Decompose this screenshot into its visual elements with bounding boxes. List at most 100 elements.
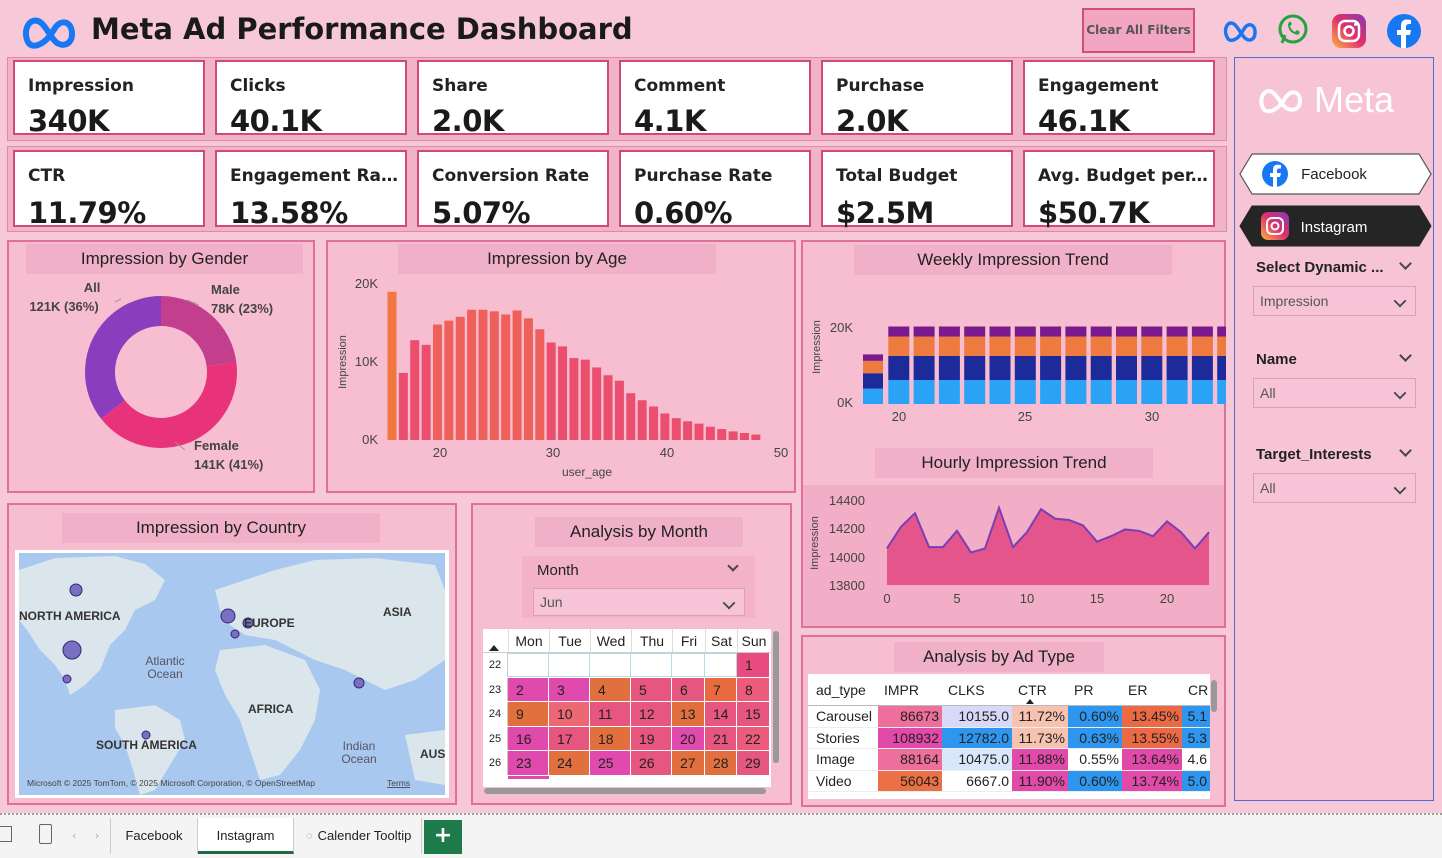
calendar-day-cell[interactable]: 12 [631,702,672,726]
month-dropdown[interactable]: Jun [533,588,745,616]
age-bar [478,309,488,440]
clear-filters-button[interactable]: Clear All Filters [1082,8,1195,53]
calendar-day-cell[interactable] [549,653,590,677]
weekly-bar-segment [989,379,1011,404]
chevron-down-icon[interactable] [727,560,739,572]
calendar-day-cell[interactable]: 1 [737,653,770,677]
calendar-day-cell[interactable]: 15 [737,702,770,726]
mobile-view-icon[interactable] [39,824,52,844]
calendar-day-cell[interactable] [705,653,737,677]
map-bubble[interactable] [62,640,82,660]
age-bar-chart[interactable]: 20K 10K 0K Impression 20 30 40 50 user_a… [326,240,796,493]
dynamic-select-dropdown[interactable]: Impression [1253,286,1416,316]
map-bubble[interactable] [353,677,365,689]
table-cell: 13.74% [1122,770,1182,791]
table-header-cell[interactable]: CTR [1012,674,1068,705]
hourly-area-chart[interactable]: 14400 14200 14000 13800 Impression 0 5 1… [801,485,1226,626]
calendar-day-cell[interactable]: 28 [705,751,737,775]
add-page-button[interactable]: + [424,820,462,854]
calendar-day-cell[interactable]: 10 [549,702,590,726]
table-header-cell[interactable]: CLKS [942,674,1012,705]
table-header-cell[interactable]: PR [1068,674,1122,705]
calendar-day-cell[interactable]: 6 [672,677,705,701]
calendar-day-cell[interactable]: 20 [672,726,705,750]
kpi-value: 46.1K [1038,104,1130,138]
calendar-day-cell[interactable]: 24 [549,751,590,775]
sort-icon[interactable] [483,629,508,652]
calendar-day-cell[interactable]: 4 [590,677,631,701]
age-bar [535,329,545,440]
gender-label-male: Male [211,282,240,297]
calendar-vscrollbar[interactable] [773,631,779,763]
instagram-icon[interactable] [1331,13,1367,49]
weekly-bar-segment [1116,336,1137,356]
prev-page-icon[interactable]: ‹ [72,829,76,842]
facebook-icon[interactable] [1386,13,1422,49]
weekly-bar-segment [1166,336,1188,356]
instagram-nav-button[interactable]: Instagram [1238,205,1433,247]
adtype-vscrollbar[interactable] [1211,680,1217,712]
desktop-view-icon[interactable] [0,826,12,842]
calendar-day-cell[interactable]: 9 [508,702,549,726]
table-cell: 86673 [878,706,942,727]
calendar-day-cell[interactable]: 18 [590,726,631,750]
calendar-day-cell[interactable]: 7 [705,677,737,701]
calendar-day-cell[interactable] [631,653,672,677]
table-header-cell[interactable]: IMPR [878,674,942,705]
calendar-day-header: Tue [549,629,590,652]
instagram-nav-label: Instagram [1301,219,1368,236]
adtype-table[interactable]: ad_type IMPR CLKS CTR PR ER CR Carousel 86673 101… [808,674,1210,799]
gender-donut-chart[interactable]: All 121K (36%) Male 78K (23%) Female 141… [7,240,315,493]
table-header-cell[interactable]: CR [1182,674,1210,705]
meta-icon[interactable] [1222,17,1260,45]
calendar-day-cell[interactable]: 25 [590,751,631,775]
map-bubble[interactable] [230,629,240,639]
calendar-day-cell[interactable]: 27 [672,751,705,775]
weekly-ytick: 0K [837,395,853,410]
calendar-day-cell[interactable]: 26 [631,751,672,775]
next-page-icon[interactable]: › [95,829,99,842]
age-xtick: 40 [660,445,674,460]
tab-facebook[interactable]: Facebook [110,818,198,854]
month-calendar-matrix[interactable]: Mon Tue Wed Thu Fri Sat Sun 22 1 23 2 3 4 5 6 7 8 24 9 10 11… [483,629,771,787]
kpi-card-share: Share 2.0K [417,60,609,138]
calendar-day-cell[interactable] [590,653,631,677]
calendar-day-cell[interactable]: 17 [549,726,590,750]
name-filter-dropdown[interactable]: All [1253,378,1416,408]
calendar-day-cell[interactable] [672,653,705,677]
calendar-day-cell[interactable]: 13 [672,702,705,726]
table-header-cell[interactable]: ER [1122,674,1182,705]
weekly-xtick: 25 [1018,409,1032,424]
tab-instagram[interactable]: Instagram [198,818,294,854]
calendar-day-cell[interactable]: 23 [508,751,549,775]
kpi-card-engagement: Engagement 46.1K [1023,60,1215,138]
tab-calender-tooltip[interactable]: ◌ Calender Tooltip [294,818,422,854]
calendar-day-cell[interactable]: 21 [705,726,737,750]
table-header-cell[interactable]: ad_type [808,674,878,705]
calendar-day-cell[interactable]: 22 [737,726,770,750]
calendar-day-cell[interactable]: 11 [590,702,631,726]
world-map[interactable]: NORTH AMERICA EUROPE ASIA AFRICA SOUTH A… [15,550,449,798]
calendar-day-cell[interactable]: 3 [549,677,590,701]
calendar-day-cell[interactable]: 2 [508,677,549,701]
calendar-day-cell[interactable]: 14 [705,702,737,726]
calendar-day-cell[interactable]: 16 [508,726,549,750]
age-bar [467,309,477,440]
table-cell: 11.90% [1012,770,1068,791]
facebook-nav-button[interactable]: Facebook [1238,153,1433,195]
map-terms-link[interactable]: Terms [387,778,410,788]
whatsapp-icon[interactable] [1276,13,1310,47]
calendar-day-cell[interactable] [508,653,549,677]
calendar-day-cell[interactable]: 29 [737,751,770,775]
calendar-day-cell[interactable]: 19 [631,726,672,750]
map-bubble[interactable] [69,583,83,597]
map-bubble[interactable] [220,608,236,624]
weekly-stacked-bar-chart[interactable]: 20K 0K Impression 20 25 30 [801,240,1226,435]
interests-filter-dropdown[interactable]: All [1253,473,1416,503]
month-dropdown-value: Jun [540,594,563,610]
map-bubble[interactable] [62,674,72,684]
page-title: Meta Ad Performance Dashboard [91,12,633,46]
calendar-day-cell[interactable]: 8 [737,677,770,701]
calendar-hscrollbar[interactable] [484,788,766,794]
calendar-day-cell[interactable]: 5 [631,677,672,701]
